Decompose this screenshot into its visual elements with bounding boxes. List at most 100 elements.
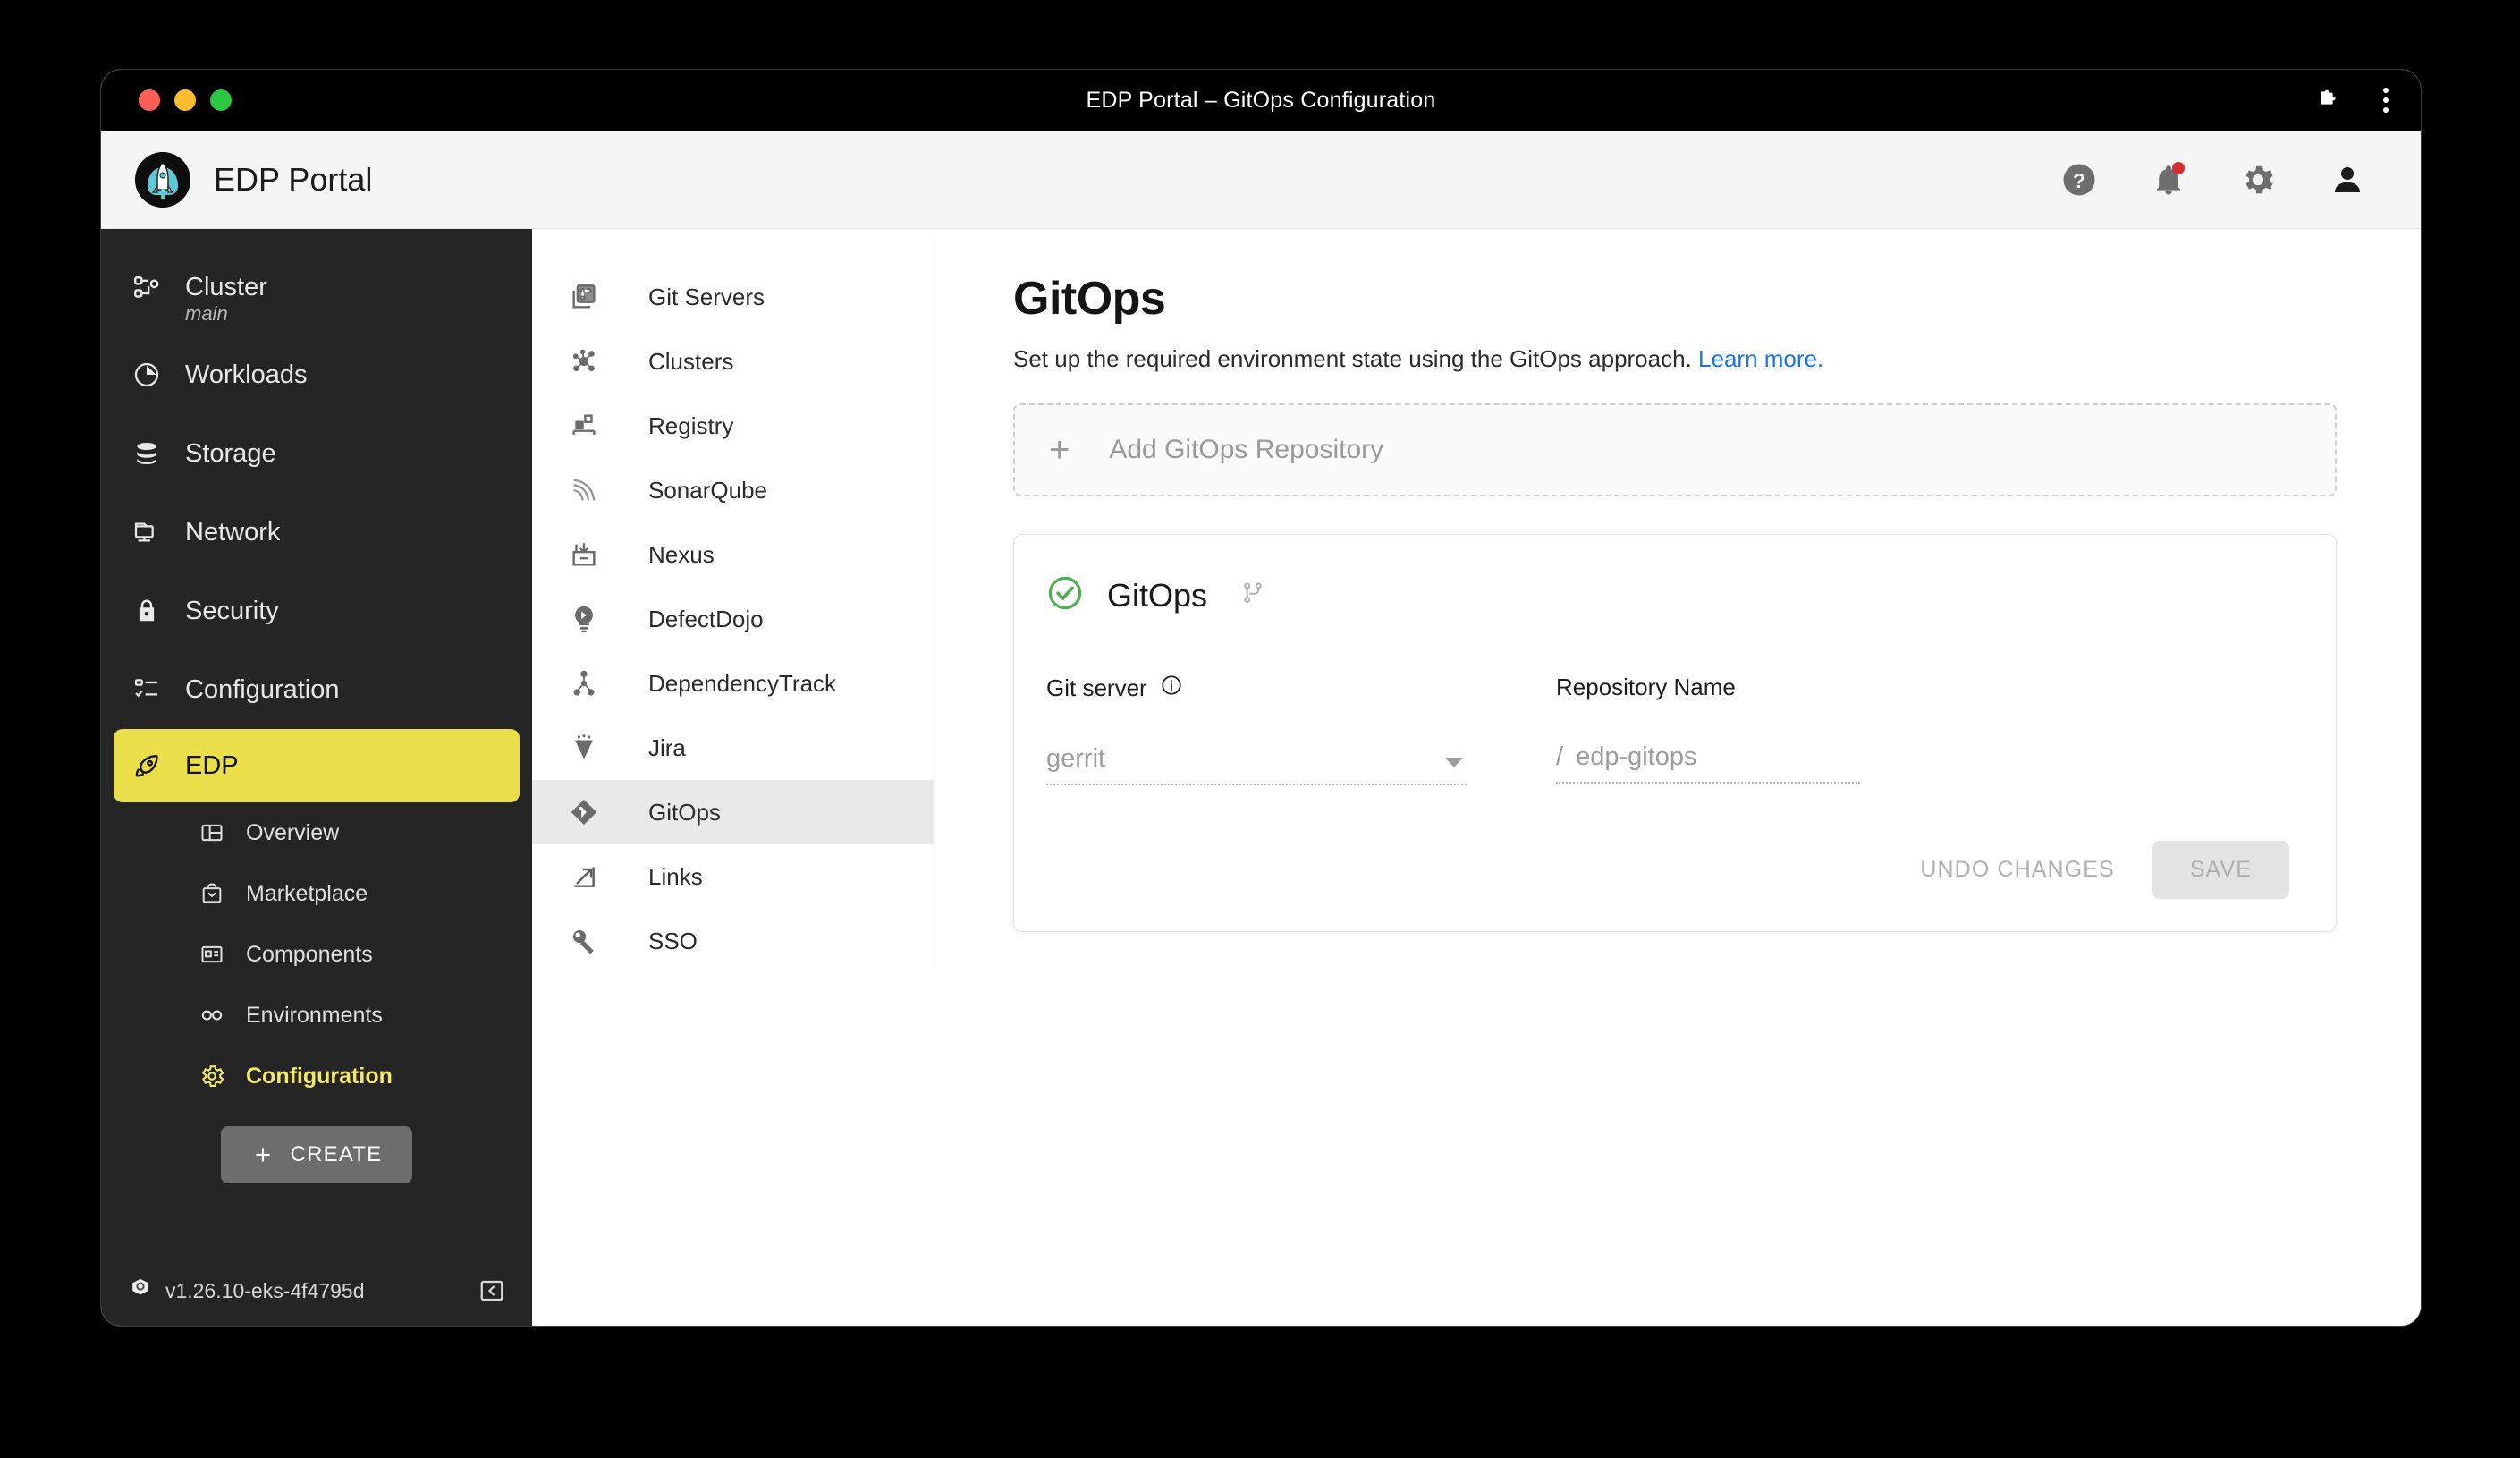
add-gitops-repository-button[interactable]: + Add GitOps Repository (1013, 403, 2337, 496)
dependencytrack-icon (564, 668, 604, 699)
sidebar-item-network[interactable]: Network (101, 493, 532, 572)
undo-changes-button[interactable]: UNDO CHANGES (1900, 844, 2134, 895)
header-actions: ? (2059, 160, 2367, 199)
sidebar-subitem-label: Overview (246, 819, 340, 845)
secondary-nav-item-label: DefectDojo (648, 605, 764, 632)
storage-database-icon (128, 439, 165, 468)
secondary-nav-item-jira[interactable]: Jira (532, 716, 934, 780)
sidebar-subitem-environments[interactable]: Environments (101, 985, 532, 1046)
repository-name-value: edp-gitops (1576, 742, 1697, 771)
components-card-icon (196, 942, 228, 967)
page-title: GitOps (1013, 273, 1166, 325)
sidebar-subitem-label: Components (246, 941, 373, 967)
zoom-window-button[interactable] (210, 89, 232, 111)
titlebar-right-controls (2315, 87, 2389, 114)
jira-icon (564, 733, 604, 763)
gitops-icon (564, 797, 604, 827)
sidebar: Cluster main Workloads Storage Network S… (101, 229, 532, 1326)
repository-prefix: / (1556, 742, 1564, 771)
rocket-logo (135, 151, 190, 208)
extensions-puzzle-icon[interactable] (2315, 87, 2342, 114)
app-body: Cluster main Workloads Storage Network S… (101, 229, 2421, 1326)
nexus-inbox-icon (564, 539, 604, 570)
secondary-nav-item-label: Links (648, 862, 703, 890)
settings-gear-icon[interactable] (2238, 160, 2278, 199)
git-server-label: Git server (1046, 674, 1147, 701)
gitops-card-title: GitOps (1107, 576, 1208, 614)
git-branch-icon[interactable] (1239, 580, 1266, 611)
git-server-select[interactable]: gerrit (1046, 733, 1467, 785)
secondary-nav-item-label: Jira (648, 733, 686, 761)
registry-icon (564, 411, 604, 441)
secondary-nav-item-registry[interactable]: Registry (532, 394, 934, 458)
secondary-nav-item-git-servers[interactable]: Git Servers (532, 265, 934, 329)
gitops-card-header: GitOps (1046, 574, 2289, 616)
sidebar-item-configuration[interactable]: Configuration (101, 650, 532, 729)
minimize-window-button[interactable] (174, 89, 196, 111)
secondary-nav-item-dependencytrack[interactable]: DependencyTrack (532, 651, 934, 716)
secondary-nav-item-sso[interactable]: SSO (532, 909, 934, 973)
page-subtitle-text: Set up the required environment state us… (1013, 345, 1692, 372)
sidebar-item-workloads[interactable]: Workloads (101, 335, 532, 414)
close-window-button[interactable] (139, 89, 160, 111)
rocket-icon (128, 751, 165, 782)
sidebar-subitem-label: Configuration (246, 1063, 393, 1089)
secondary-nav-item-label: GitOps (648, 798, 721, 826)
sidebar-subitem-label: Marketplace (246, 880, 368, 906)
chevron-down-icon[interactable] (1445, 758, 1463, 767)
secondary-nav-item-gitops[interactable]: GitOps (532, 780, 934, 844)
sidebar-item-edp[interactable]: EDP (114, 729, 520, 802)
window-title: EDP Portal – GitOps Configuration (1086, 87, 1436, 113)
app-title: EDP Portal (214, 160, 373, 198)
secondary-nav-item-label: Git Servers (648, 283, 765, 310)
configuration-list-icon (128, 675, 165, 704)
info-circle-icon[interactable] (1160, 674, 1183, 703)
help-icon[interactable]: ? (2059, 160, 2099, 199)
browser-window: EDP Portal – GitOps Configuration EDP Po… (101, 70, 2421, 1326)
cluster-version: v1.26.10-eks-4f4795d (165, 1278, 365, 1302)
sidebar-subitem-configuration[interactable]: Configuration (101, 1046, 532, 1106)
user-account-icon[interactable] (2328, 160, 2367, 199)
sidebar-subitem-marketplace[interactable]: Marketplace (101, 863, 532, 924)
repository-name-field: Repository Name / edp-gitops (1556, 674, 1860, 785)
svg-text:?: ? (2073, 168, 2085, 191)
app-header: EDP Portal ? (101, 131, 2421, 229)
add-gitops-repository-label: Add GitOps Repository (1109, 435, 1384, 464)
secondary-nav-item-clusters[interactable]: Clusters (532, 329, 934, 394)
sidebar-subitem-overview[interactable]: Overview (101, 802, 532, 863)
secondary-nav-item-defectdojo[interactable]: DefectDojo (532, 587, 934, 651)
secondary-nav-item-nexus[interactable]: Nexus (532, 522, 934, 587)
git-server-value: gerrit (1046, 743, 1106, 773)
save-button[interactable]: SAVE (2152, 841, 2289, 899)
cluster-icon (128, 274, 165, 304)
plus-icon (256, 1148, 270, 1162)
git-server-field: Git server gerrit (1046, 674, 1467, 785)
create-button[interactable]: CREATE (221, 1126, 412, 1183)
collapse-left-icon[interactable] (477, 1276, 507, 1306)
sidebar-item-label: Storage (185, 439, 276, 468)
kebab-menu-icon[interactable] (2383, 88, 2389, 113)
sidebar-item-cluster[interactable]: Cluster main (101, 252, 532, 335)
sidebar-item-storage[interactable]: Storage (101, 414, 532, 493)
workloads-pie-icon (128, 360, 165, 389)
repository-name-input[interactable]: / edp-gitops (1556, 732, 1860, 784)
notification-badge (2172, 161, 2185, 174)
secondary-nav-item-sonarqube[interactable]: SonarQube (532, 458, 934, 522)
secondary-nav-item-label: DependencyTrack (648, 669, 837, 697)
network-monitor-icon (128, 518, 165, 547)
sidebar-cluster-name: main (185, 302, 228, 325)
learn-more-link[interactable]: Learn more. (1698, 345, 1823, 372)
plus-icon: + (1049, 430, 1070, 470)
sidebar-footer: v1.26.10-eks-4f4795d (101, 1256, 532, 1326)
secondary-nav-item-label: Nexus (648, 540, 715, 568)
secondary-nav-item-links[interactable]: Links (532, 844, 934, 909)
traffic-lights (139, 89, 232, 111)
sidebar-item-security[interactable]: Security (101, 572, 532, 650)
page-subtitle: Set up the required environment state us… (1013, 345, 2337, 373)
gitops-card: GitOps Git server gerrit Repository Name… (1013, 534, 2337, 932)
notifications-bell-icon[interactable] (2149, 160, 2188, 199)
sidebar-subitem-components[interactable]: Components (101, 924, 532, 985)
git-server-label-row: Git server (1046, 674, 1467, 703)
sidebar-item-label: Security (185, 597, 279, 625)
secondary-nav-item-label: Clusters (648, 347, 734, 375)
